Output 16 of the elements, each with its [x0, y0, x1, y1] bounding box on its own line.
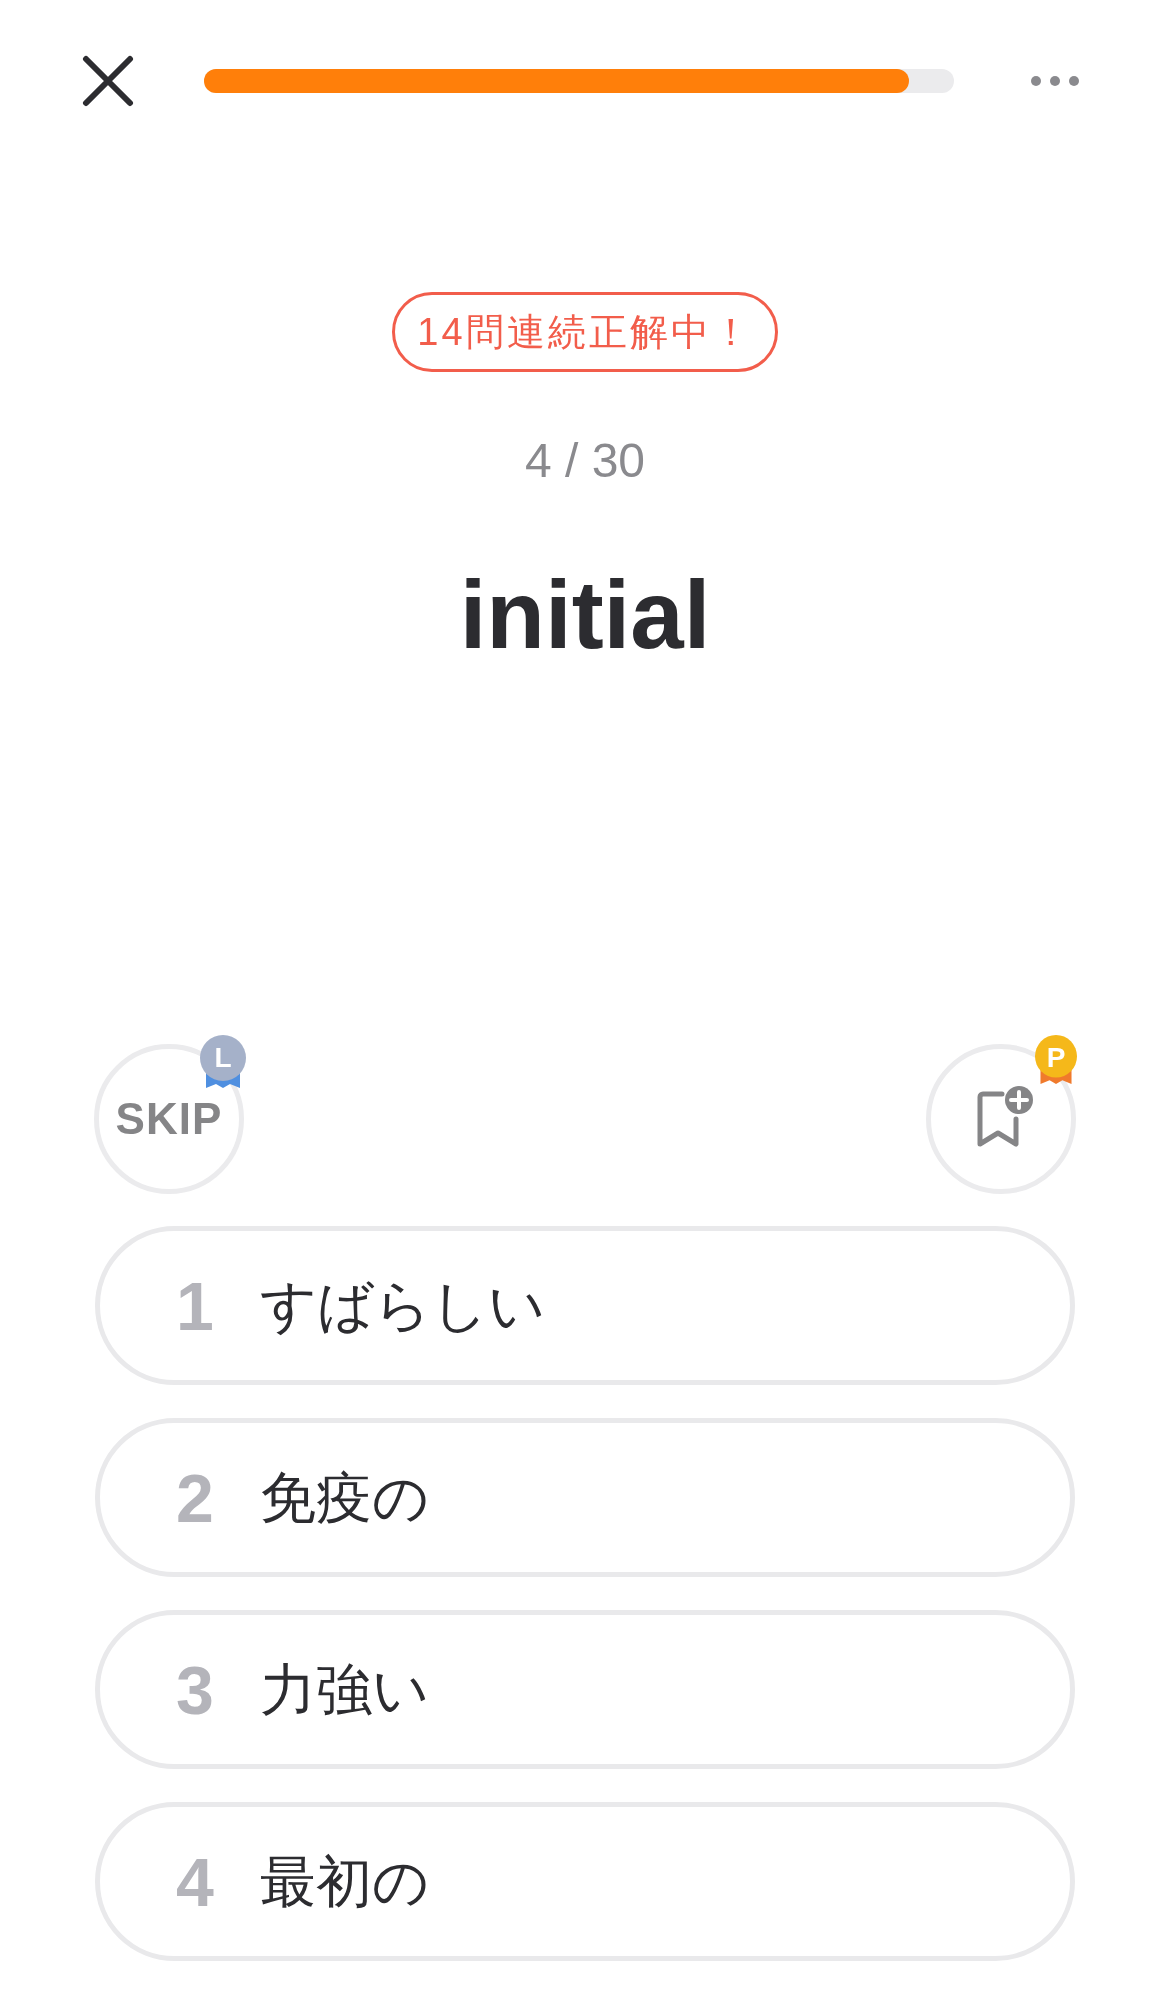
- answer-option[interactable]: 2 免疫の: [95, 1418, 1075, 1577]
- answer-option[interactable]: 1 すばらしい: [95, 1226, 1075, 1385]
- quiz-word: initial: [459, 560, 711, 670]
- option-number: 2: [175, 1458, 215, 1538]
- close-button[interactable]: [82, 55, 134, 107]
- answer-option[interactable]: 3 力強い: [95, 1610, 1075, 1769]
- answer-option[interactable]: 4 最初の: [95, 1802, 1075, 1961]
- more-icon: [1030, 74, 1080, 88]
- bookmark-plus-icon: [976, 1086, 1034, 1148]
- option-number: 4: [175, 1842, 215, 1922]
- option-number: 3: [175, 1650, 215, 1730]
- close-icon: [82, 55, 134, 107]
- option-number: 1: [175, 1266, 215, 1346]
- streak-badge: 14問連続正解中！: [392, 292, 778, 372]
- question-counter: 4 / 30: [524, 433, 646, 489]
- more-button[interactable]: [1030, 74, 1080, 88]
